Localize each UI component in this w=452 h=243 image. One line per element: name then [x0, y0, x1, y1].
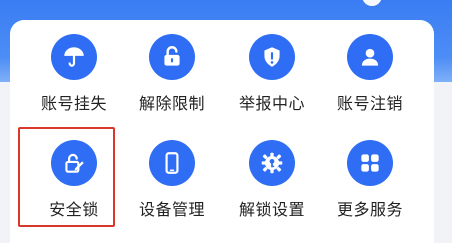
- user-icon: [347, 34, 393, 80]
- umbrella-icon: [51, 34, 97, 80]
- service-unlock-settings[interactable]: 解锁设置: [224, 128, 320, 220]
- service-account-cancel[interactable]: 账号注销: [322, 22, 418, 114]
- selection-highlight-box: [18, 127, 115, 227]
- service-report-center[interactable]: 举报中心: [224, 22, 320, 114]
- service-label: 账号挂失: [40, 96, 107, 113]
- shield-alert-icon: [249, 34, 295, 80]
- apps-grid-icon: [347, 140, 393, 186]
- service-device-management[interactable]: 设备管理: [124, 128, 220, 220]
- banner-decoration: [362, 0, 382, 6]
- service-account-loss-report[interactable]: 账号挂失: [26, 22, 122, 114]
- phone-icon: [149, 140, 195, 186]
- service-label: 解锁设置: [238, 202, 305, 219]
- unlock-icon: [149, 34, 195, 80]
- service-label: 更多服务: [336, 202, 403, 219]
- gear-key-icon: [249, 140, 295, 186]
- service-label: 举报中心: [238, 96, 305, 113]
- service-remove-restriction[interactable]: 解除限制: [124, 22, 220, 114]
- service-more-services[interactable]: 更多服务: [322, 128, 418, 220]
- service-label: 解除限制: [138, 96, 205, 113]
- service-label: 账号注销: [336, 96, 403, 113]
- service-label: 设备管理: [138, 202, 205, 219]
